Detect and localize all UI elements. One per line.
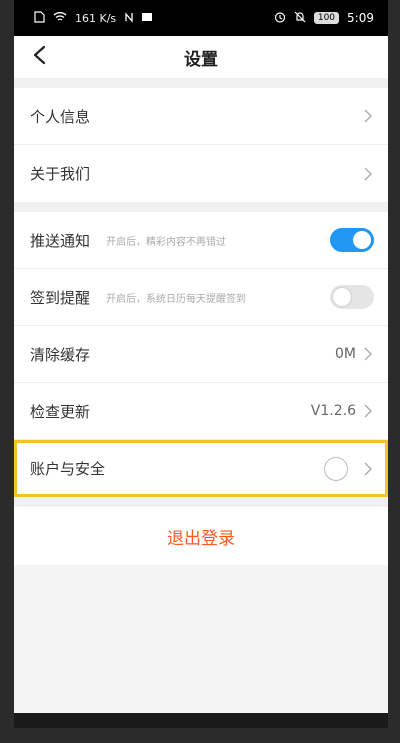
logout-button[interactable]: 退出登录 (14, 507, 388, 565)
phone-screen: 161 K/s 100 5:09 设置 个人信息 关于我们 推送通知 开启后，精… (14, 0, 388, 728)
row-personal-info[interactable]: 个人信息 (14, 88, 388, 145)
network-speed: 161 K/s (75, 11, 117, 25)
row-right (362, 108, 374, 124)
top-bar: 设置 (14, 36, 388, 78)
sim-icon (34, 10, 45, 26)
back-arrow-icon (32, 45, 46, 69)
row-account-security[interactable]: 账户与安全 (14, 440, 388, 497)
section-settings: 推送通知 开启后，精彩内容不再错过 签到提醒 开启后，系统日历每天提醒签到 清除… (14, 212, 388, 497)
row-label: 检查更新 (30, 402, 91, 421)
chevron-right-icon (362, 108, 374, 124)
row-label: 账户与安全 (30, 460, 106, 478)
status-right: 100 5:09 (274, 11, 374, 26)
page-title: 设置 (184, 49, 218, 70)
toggle-knob (353, 231, 371, 249)
mute-icon (294, 11, 306, 26)
row-label: 关于我们 (30, 165, 91, 183)
row-right: 0M (335, 346, 374, 362)
row-about-us[interactable]: 关于我们 (14, 145, 388, 202)
row-label: 清除缓存 (30, 345, 91, 364)
row-right (330, 285, 374, 309)
tap-indicator (324, 456, 348, 481)
row-signin-reminder: 签到提醒 开启后，系统日历每天提醒签到 (14, 269, 388, 326)
toggle-knob (333, 288, 351, 306)
battery-indicator: 100 (313, 12, 340, 24)
version-value: V1.2.6 (310, 403, 356, 419)
row-hint: 开启后，精彩内容不再错过 (106, 236, 227, 248)
section-profile: 个人信息 关于我们 (14, 88, 388, 202)
status-bar: 161 K/s 100 5:09 (14, 0, 388, 36)
section-divider (14, 78, 388, 88)
logout-label: 退出登录 (167, 528, 235, 549)
chevron-right-icon (362, 461, 374, 477)
wifi-icon (53, 11, 67, 25)
push-toggle[interactable] (330, 228, 374, 252)
chevron-right-icon (362, 346, 374, 362)
navigation-bar (14, 713, 388, 728)
section-divider (14, 497, 388, 507)
section-divider (14, 202, 388, 212)
row-right (324, 456, 374, 481)
cache-size: 0M (335, 346, 356, 362)
row-right (330, 228, 374, 252)
row-label: 个人信息 (30, 107, 91, 126)
row-check-update[interactable]: 检查更新 V1.2.6 (14, 383, 388, 440)
back-button[interactable] (24, 42, 54, 72)
row-right: V1.2.6 (311, 403, 374, 419)
chevron-right-icon (362, 403, 374, 419)
clock: 5:09 (347, 11, 374, 25)
notification-icon (142, 11, 153, 25)
row-push-notification: 推送通知 开启后，精彩内容不再错过 (14, 212, 388, 269)
row-hint: 开启后，系统日历每天提醒签到 (106, 293, 247, 305)
row-clear-cache[interactable]: 清除缓存 0M (14, 326, 388, 383)
row-label: 签到提醒 (30, 288, 91, 307)
row-right (362, 166, 374, 182)
alarm-icon (274, 11, 286, 26)
signin-toggle[interactable] (330, 285, 374, 309)
status-left: 161 K/s (34, 10, 153, 26)
chevron-right-icon (362, 166, 374, 182)
data-icon (124, 11, 134, 26)
row-label: 推送通知 (30, 231, 91, 250)
